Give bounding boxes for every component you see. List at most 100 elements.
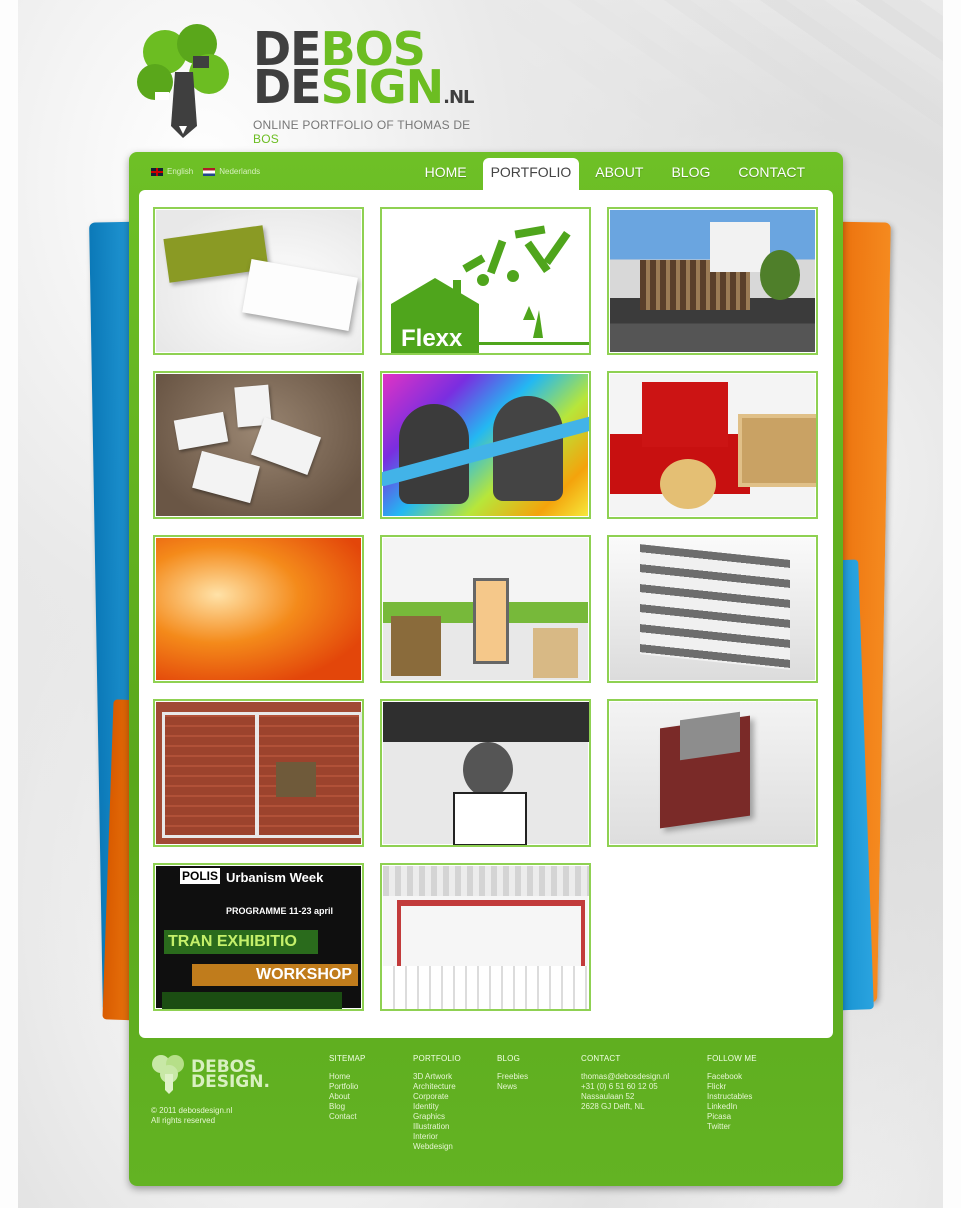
footer-link-home[interactable]: Home [329,1072,366,1082]
portfolio-thumb-floor-plan[interactable] [153,699,364,847]
footer-link-freebies[interactable]: Freebies [497,1072,528,1082]
footer-logo-text: DEBOS DESIGN. [191,1059,270,1092]
footer-link-flickr[interactable]: Flickr [707,1082,757,1092]
footer-portfolio: PORTFOLIO 3D Artwork Architecture Corpor… [413,1054,461,1152]
portfolio-thumb-printed-cards[interactable] [153,371,364,519]
thumb-image [156,210,361,352]
footer-email[interactable]: thomas@debosdesign.nl [581,1072,669,1082]
portfolio-thumb-business-cards[interactable] [153,207,364,355]
footer-address-city: 2628 GJ Delft, NL [581,1102,645,1111]
footer-heading: CONTACT [581,1054,621,1063]
portfolio-thumb-interior-room[interactable] [380,535,591,683]
logo-tagline: ONLINE PORTFOLIO OF THOMAS DE BOS [253,118,475,146]
nav-blog[interactable]: BLOG [659,158,722,188]
thumb-image [610,210,815,352]
language-label: Nederlands [219,167,261,176]
logo-line2-a: DE [253,60,322,114]
logo-line2-b: SIGN [320,60,444,114]
tree-logo-icon [137,24,229,138]
flexx-label: Flexx [401,325,463,352]
thumb-image [156,374,361,516]
footer-link-facebook[interactable]: Facebook [707,1072,757,1082]
footer-sitemap: SITEMAP Home Portfolio About Blog Contac… [329,1054,366,1122]
copyright-text: © 2011 debosdesign.nl [151,1106,233,1115]
rights-text: All rights reserved [151,1116,216,1125]
footer: DEBOS DESIGN. © 2011 debosdesign.nl All … [129,1044,843,1186]
footer-link-interior[interactable]: Interior [413,1132,461,1142]
language-english[interactable]: English [151,167,193,176]
nav-home[interactable]: HOME [413,158,479,188]
footer-heading: FOLLOW ME [707,1054,757,1063]
footer-logo-line2: DESIGN. [191,1072,270,1092]
language-dutch[interactable]: Nederlands [203,167,260,176]
poster-programme: PROGRAMME 11-23 april [226,906,334,916]
logo-wordmark: DEBOS DESIGN.NL [253,26,474,117]
site-logo[interactable]: DEBOS DESIGN.NL ONLINE PORTFOLIO OF THOM… [135,18,475,146]
logo-suffix: .NL [443,87,474,108]
tagline-text: ONLINE PORTFOLIO OF THOMAS DE [253,118,471,132]
footer-follow: FOLLOW ME Facebook Flickr Instructables … [707,1054,757,1132]
portfolio-content: Flexx POLIS Urbanism Week PROGRAMME 11-2… [139,190,833,1038]
footer-link-blog[interactable]: Blog [329,1102,366,1112]
footer-copyright: © 2011 debosdesign.nl All rights reserve… [151,1106,232,1126]
main-frame: English Nederlands HOME PORTFOLIO ABOUT … [129,152,843,1186]
poster-title: Urbanism Week [226,870,324,885]
portfolio-thumb-architecture-model[interactable] [607,535,818,683]
footer-logo[interactable]: DEBOS DESIGN. [151,1054,281,1094]
footer-link-illustration[interactable]: Illustration [413,1122,461,1132]
thumb-image [383,702,589,845]
poster-workshop: WORKSHOP [192,964,358,986]
thumb-image [383,866,589,1009]
portfolio-thumb-orange-macro[interactable] [153,535,364,683]
thumb-image [156,538,361,680]
footer-link-twitter[interactable]: Twitter [707,1122,757,1132]
footer-link-architecture[interactable]: Architecture [413,1082,461,1092]
portfolio-thumb-flexx[interactable]: Flexx [380,207,591,355]
footer-link-picasa[interactable]: Picasa [707,1112,757,1122]
uk-flag-icon [151,167,163,176]
footer-link-about[interactable]: About [329,1092,366,1102]
thumb-image [610,538,815,680]
main-nav: HOME PORTFOLIO ABOUT BLOG CONTACT [413,158,817,194]
footer-link-linkedin[interactable]: LinkedIn [707,1102,757,1112]
footer-link-3d-artwork[interactable]: 3D Artwork [413,1072,461,1082]
nav-contact[interactable]: CONTACT [726,158,817,188]
footer-link-news[interactable]: News [497,1082,528,1092]
poster-exhibition: TRAN EXHIBITIO [164,930,318,954]
top-bar: English Nederlands HOME PORTFOLIO ABOUT … [129,152,843,194]
portfolio-thumb-colorful-graphic[interactable] [380,371,591,519]
thumb-image [382,374,589,516]
footer-link-contact[interactable]: Contact [329,1112,366,1122]
portfolio-grid: Flexx POLIS Urbanism Week PROGRAMME 11-2… [153,207,818,1011]
footer-blog: BLOG Freebies News [497,1054,528,1092]
portfolio-thumb-toy-truck[interactable] [607,371,818,519]
footer-heading: PORTFOLIO [413,1054,461,1063]
nav-portfolio[interactable]: PORTFOLIO [482,158,580,194]
footer-tree-icon [152,1055,184,1094]
footer-link-portfolio[interactable]: Portfolio [329,1082,366,1092]
thumb-image [383,538,588,680]
language-label: English [167,167,194,176]
footer-heading: BLOG [497,1054,521,1063]
footer-link-corporate-identity[interactable]: Corporate Identity [413,1092,461,1112]
portfolio-thumb-urbanism-poster[interactable]: POLIS Urbanism Week PROGRAMME 11-23 apri… [153,863,364,1011]
nl-flag-icon [203,167,216,176]
thumb-image [610,374,816,516]
footer-contact: CONTACT thomas@debosdesign.nl +31 (0) 6 … [581,1054,669,1112]
footer-link-graphics[interactable]: Graphics [413,1112,461,1122]
footer-link-instructables[interactable]: Instructables [707,1092,757,1102]
footer-heading: SITEMAP [329,1054,366,1063]
tagline-highlight: BOS [253,132,279,146]
poster-polis: POLIS [180,868,221,884]
footer-phone: +31 (0) 6 51 60 12 05 [581,1082,658,1091]
footer-address-street: Nassaulaan 52 [581,1092,635,1101]
portfolio-thumb-section-drawing[interactable] [380,863,591,1011]
thumb-image [156,702,362,844]
portfolio-thumb-building-render[interactable] [607,207,818,355]
nav-about[interactable]: ABOUT [583,158,655,188]
portfolio-thumb-cartoon[interactable] [380,699,591,847]
portfolio-thumb-house-render[interactable] [607,699,818,847]
footer-link-webdesign[interactable]: Webdesign [413,1142,461,1152]
language-switcher: English Nederlands [151,167,260,176]
thumb-image [610,702,815,844]
